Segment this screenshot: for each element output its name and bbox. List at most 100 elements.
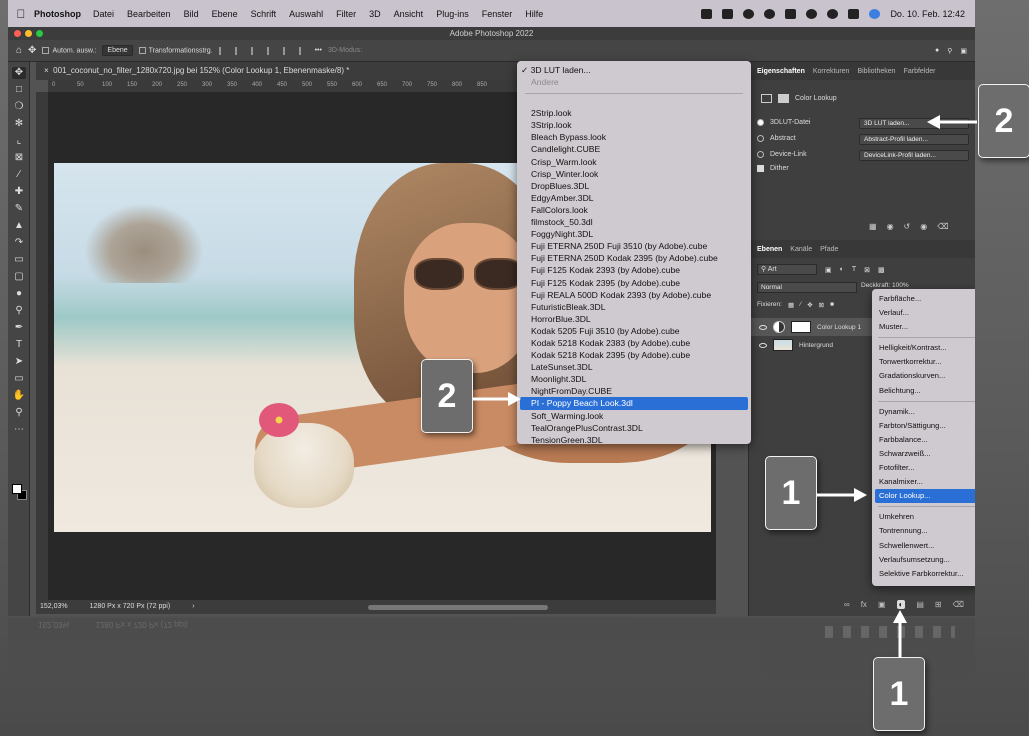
adjustment-menu-item[interactable]: Schwellenwert... (872, 539, 975, 553)
lock-pixels-icon[interactable]: ▦ (788, 301, 794, 309)
workspace-icon[interactable]: ▣ (960, 47, 967, 55)
document-tab-close-icon[interactable]: × (44, 66, 53, 75)
adjustment-thumbnail[interactable] (773, 321, 785, 333)
rectangle-tool-icon[interactable]: ▭ (12, 373, 26, 385)
quick-select-tool-icon[interactable]: ✻ (12, 118, 26, 130)
tab-pfade[interactable]: Pfade (820, 246, 838, 253)
view-previous-icon[interactable]: ◉ (887, 222, 894, 231)
lut-menu-load-item[interactable]: ✓ 3D LUT laden... (517, 64, 751, 76)
reset-icon[interactable]: ↺ (904, 222, 911, 231)
align-right-icon[interactable] (250, 46, 261, 55)
blur-tool-icon[interactable]: ● (12, 288, 26, 300)
apple-icon[interactable]:  (8, 7, 34, 21)
lut-menu-item[interactable]: Kodak 5218 Kodak 2383 (by Adobe).cube (517, 337, 751, 349)
adjustment-menu-item[interactable]: Umkehren (872, 510, 975, 524)
add-mask-icon[interactable]: ▣ (878, 600, 886, 609)
menu-datei[interactable]: Datei (93, 9, 114, 19)
crop-tool-icon[interactable]: ⌞ (12, 135, 26, 147)
menu-fenster[interactable]: Fenster (482, 9, 513, 19)
dither-checkbox[interactable]: Dither (757, 165, 789, 172)
link-layers-icon[interactable]: ∞ (844, 600, 850, 609)
history-brush-tool-icon[interactable]: ↷ (12, 237, 26, 249)
lut-menu-item[interactable]: FallColors.look (517, 204, 751, 216)
adjustment-menu-item[interactable]: Kanalmixer... (872, 475, 975, 489)
horizontal-scrollbar[interactable] (368, 605, 548, 610)
adjustment-menu-item[interactable]: Color Lookup... (875, 489, 975, 504)
menu-schrift[interactable]: Schrift (251, 9, 277, 19)
close-window-icon[interactable] (14, 30, 21, 37)
adjustment-menu-item[interactable]: Dynamik... (872, 405, 975, 419)
status-menu-icon[interactable]: › (192, 600, 194, 614)
filter-smart-icon[interactable]: ▩ (878, 266, 885, 274)
adjustment-menu-item[interactable]: Gradationskurven... (872, 369, 975, 383)
new-adjustment-layer-icon[interactable]: ◐ (896, 600, 906, 609)
lut-menu-item[interactable]: EdgyAmber.3DL (517, 192, 751, 204)
status-icon[interactable] (722, 8, 734, 19)
adjustment-menu-item[interactable]: Farbbalance... (872, 433, 975, 447)
adjustment-menu-item[interactable]: Farbton/Sättigung... (872, 419, 975, 433)
more-tools-icon[interactable]: ⋯ (12, 424, 26, 436)
move-tool-icon[interactable]: ✥ (28, 45, 36, 56)
home-icon[interactable]: ⌂ (16, 45, 22, 56)
control-center-icon[interactable] (848, 8, 860, 19)
lut-menu-item[interactable]: 3Strip.look (517, 119, 751, 131)
align-center-icon[interactable] (234, 46, 245, 55)
adjustment-menu-item[interactable]: Belichtung... (872, 384, 975, 398)
tab-ebenen[interactable]: Ebenen (757, 246, 782, 253)
lock-position-icon[interactable]: ✥ (807, 301, 812, 309)
auto-select-checkbox[interactable]: Autom. ausw.: (42, 46, 96, 54)
lut-menu-item[interactable]: Crisp_Winter.look (517, 168, 751, 180)
marquee-tool-icon[interactable]: □ (12, 84, 26, 96)
layer-kind-filter[interactable]: ⚲ Art (757, 264, 817, 275)
radio-abstract[interactable]: Abstract (757, 135, 796, 142)
battery-icon[interactable] (785, 8, 797, 19)
adjustment-menu-item[interactable]: Tontrennung... (872, 524, 975, 538)
eye-icon[interactable] (759, 324, 767, 330)
lut-menu-item[interactable]: TensionGreen.3DL (517, 434, 751, 446)
lut-menu-item[interactable]: DropBlues.3DL (517, 180, 751, 192)
menu-3d[interactable]: 3D (369, 9, 381, 19)
lock-brush-icon[interactable]: ∕ (800, 301, 801, 309)
lut-menu-item[interactable]: NightFromDay.CUBE (517, 385, 751, 397)
eyedropper-tool-icon[interactable]: ∕ (12, 169, 26, 181)
lock-all-icon[interactable]: ■ (830, 301, 834, 309)
adjustment-menu-item[interactable]: Farbfläche... (872, 292, 975, 306)
opacity-field[interactable]: Deckkraft: 100% (861, 282, 909, 289)
lut-menu-item[interactable]: FoggyNight.3DL (517, 228, 751, 240)
transform-controls-checkbox[interactable]: Transformationsstrg. (138, 46, 213, 54)
lut-menu-item[interactable]: filmstock_50.3dl (517, 216, 751, 228)
spotlight-search-icon[interactable] (827, 8, 839, 19)
lut-menu-item[interactable]: Candlelight.CUBE (517, 143, 751, 155)
lut-menu-item[interactable]: Crisp_Warm.look (517, 156, 751, 168)
visibility-icon[interactable]: ◉ (920, 222, 927, 231)
blend-mode-dropdown[interactable]: Normal (757, 282, 857, 293)
minimize-window-icon[interactable] (25, 30, 32, 37)
eraser-tool-icon[interactable]: ▭ (12, 254, 26, 266)
lut-menu-item[interactable]: 2Strip.look (517, 107, 751, 119)
bluetooth-icon[interactable] (764, 8, 776, 19)
adjustment-menu-item[interactable]: Verlauf... (872, 306, 975, 320)
foreground-color-swatch[interactable] (12, 484, 22, 494)
wifi-icon[interactable] (806, 8, 818, 19)
tab-eigenschaften[interactable]: Eigenschaften (757, 68, 805, 75)
lut-menu-item[interactable]: TealOrangePlusContrast.3DL (517, 422, 751, 434)
menu-ebene[interactable]: Ebene (212, 9, 238, 19)
adjustment-menu-item[interactable]: Tonwertkorrektur... (872, 355, 975, 369)
menu-hilfe[interactable]: Hilfe (525, 9, 543, 19)
tab-kanaele[interactable]: Kanäle (790, 246, 812, 253)
adjustment-menu-item[interactable]: Fotofilter... (872, 461, 975, 475)
share-icon[interactable]: ● (935, 47, 939, 55)
status-icon[interactable] (743, 8, 755, 19)
zoom-tool-icon[interactable]: ⚲ (12, 407, 26, 419)
trash-icon[interactable]: ⌫ (937, 222, 948, 231)
layer-name[interactable]: Hintergrund (799, 342, 833, 349)
lut-menu-item[interactable]: Fuji REALA 500D Kodak 2393 (by Adobe).cu… (517, 289, 751, 301)
gradient-tool-icon[interactable]: ▢ (12, 271, 26, 283)
dodge-tool-icon[interactable]: ⚲ (12, 305, 26, 317)
new-group-icon[interactable]: ▤ (916, 600, 924, 609)
adjustment-menu-item[interactable]: Verlaufsumsetzung... (872, 553, 975, 567)
menu-filter[interactable]: Filter (336, 9, 356, 19)
lut-menu-item[interactable]: Moonlight.3DL (517, 373, 751, 385)
tab-korrekturen[interactable]: Korrekturen (813, 68, 850, 75)
zoom-window-icon[interactable] (36, 30, 43, 37)
